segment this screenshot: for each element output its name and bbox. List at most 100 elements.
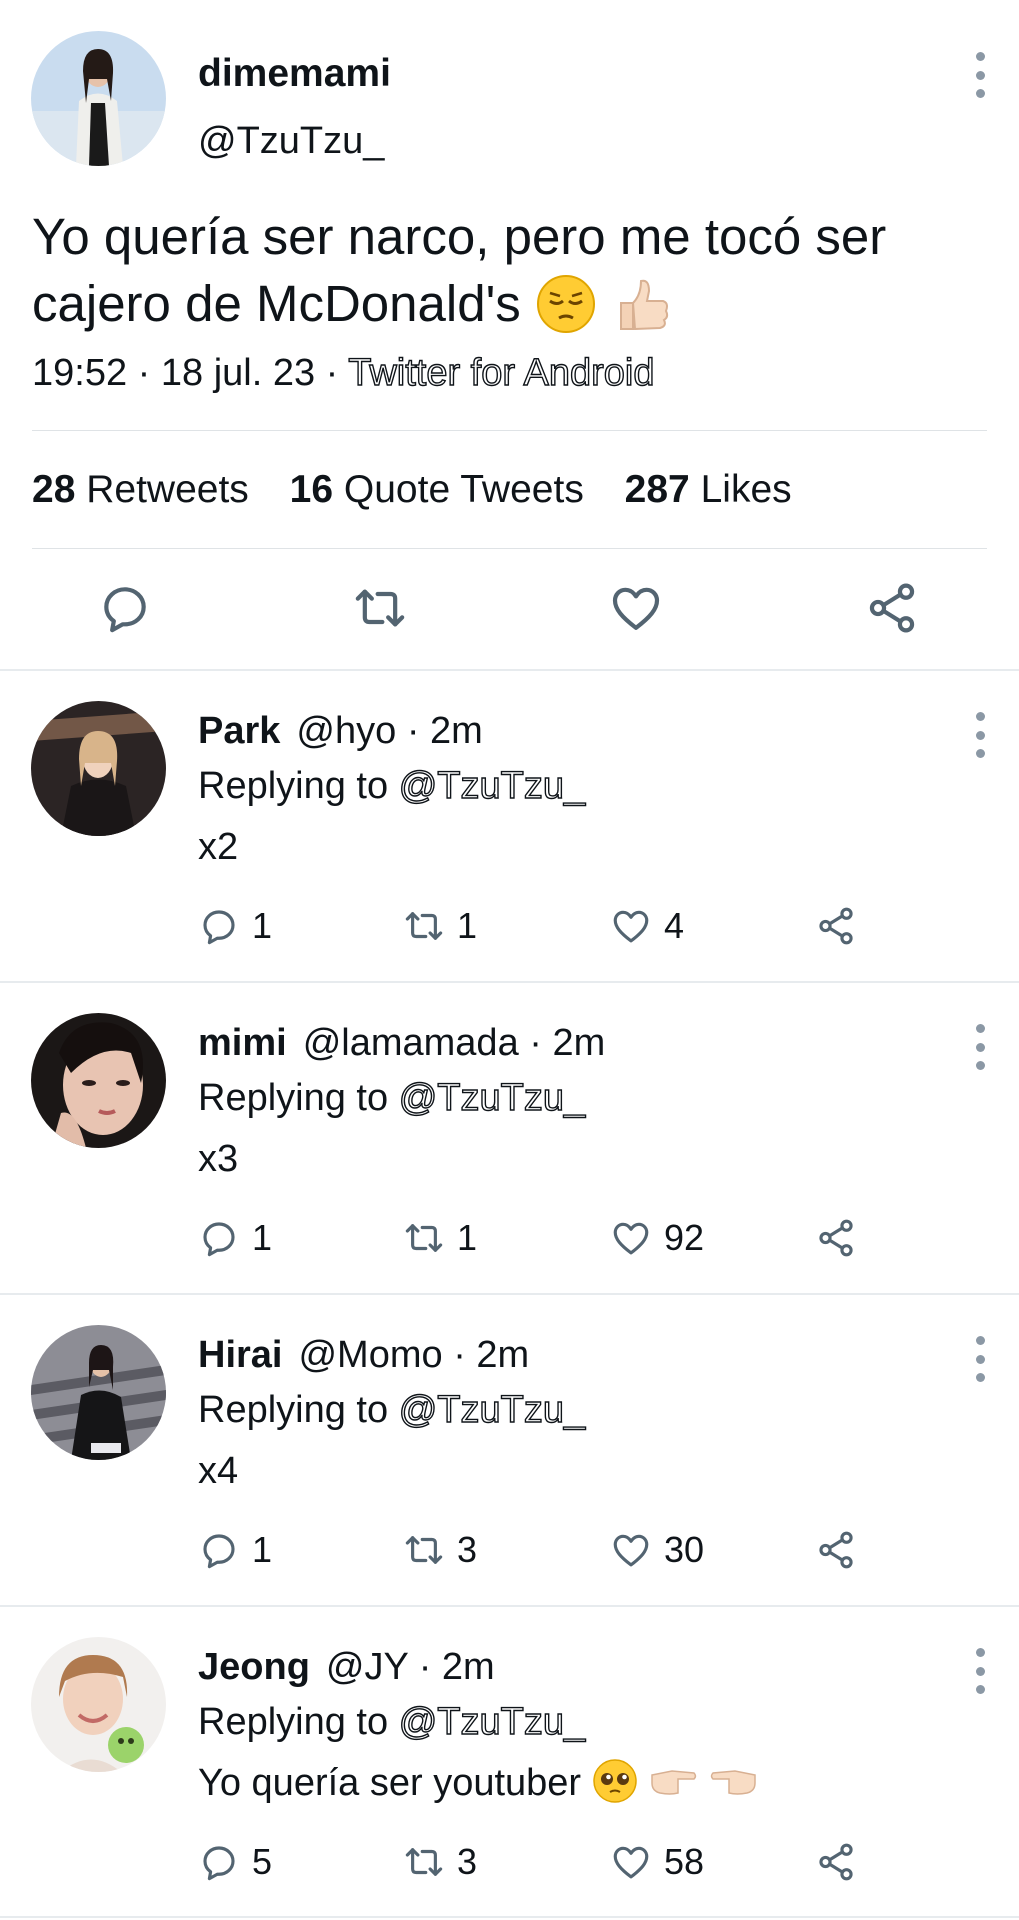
- share-icon[interactable]: [864, 580, 920, 636]
- replying-label: Replying to: [198, 1389, 389, 1431]
- retweets-stat[interactable]: 28 Retweets: [32, 468, 249, 511]
- heart-icon: [613, 910, 649, 943]
- replying-label: Replying to: [198, 1701, 389, 1743]
- quotes-count: 16: [289, 468, 334, 511]
- more-vertical-icon[interactable]: [965, 1646, 995, 1696]
- reply-bubble-icon: [203, 1534, 235, 1569]
- reply-handle[interactable]: @Momo: [298, 1334, 442, 1376]
- section-separator: [0, 981, 1019, 983]
- section-separator: [0, 1293, 1019, 1295]
- reply-avatar[interactable]: [31, 1013, 166, 1148]
- heart-icon: [613, 1846, 649, 1879]
- share-icon: [819, 907, 853, 945]
- like-action[interactable]: 30: [610, 1529, 704, 1571]
- divider: [32, 430, 987, 431]
- share-action[interactable]: [815, 1217, 857, 1259]
- like-count: 58: [664, 1841, 705, 1882]
- reply-handle[interactable]: @lamamada: [303, 1022, 519, 1064]
- like-count: 30: [664, 1529, 705, 1570]
- replying-to: Replying to @TzuTzu_: [198, 1076, 586, 1120]
- share-icon: [819, 1843, 853, 1881]
- share-action[interactable]: [815, 1841, 857, 1883]
- more-vertical-icon[interactable]: [965, 50, 995, 100]
- retweet-action[interactable]: 3: [403, 1841, 477, 1883]
- like-action[interactable]: 92: [610, 1217, 704, 1259]
- mention-link[interactable]: @TzuTzu_: [398, 1076, 586, 1119]
- section-separator: [0, 669, 1019, 671]
- more-vertical-icon[interactable]: [965, 1334, 995, 1384]
- tweet-text: Yo quería ser narco, pero me tocó ser ca…: [32, 203, 992, 339]
- author-avatar[interactable]: [31, 31, 166, 166]
- retweet-count: 3: [457, 1529, 478, 1570]
- retweet-count: 1: [457, 905, 478, 946]
- reply-display-name[interactable]: Park: [198, 710, 280, 752]
- reply-count: 5: [252, 1841, 273, 1882]
- reply-bubble-icon[interactable]: [97, 580, 153, 636]
- more-vertical-icon[interactable]: [965, 710, 995, 760]
- tweet-body: Yo quería ser narco, pero me tocó ser ca…: [32, 208, 887, 332]
- retweet-icon: [405, 1536, 443, 1564]
- retweet-icon: [405, 1224, 443, 1252]
- mention-link[interactable]: @TzuTzu_: [398, 1388, 586, 1431]
- tweet-source-link[interactable]: Twitter for Android: [348, 351, 656, 394]
- reply-handle[interactable]: @hyo: [296, 710, 396, 752]
- like-action[interactable]: 58: [610, 1841, 704, 1883]
- reply-header: Hirai @Momo · 2m: [198, 1334, 529, 1377]
- heart-icon[interactable]: [608, 580, 664, 636]
- share-icon: [819, 1219, 853, 1257]
- reply-avatar[interactable]: [31, 1325, 166, 1460]
- tweet-meta: 19:52 · 18 jul. 23 · Twitter for Android: [32, 351, 656, 395]
- reply-avatar[interactable]: [31, 701, 166, 836]
- mention-link[interactable]: @TzuTzu_: [398, 764, 586, 807]
- retweet-action[interactable]: 3: [403, 1529, 477, 1571]
- reply-display-name[interactable]: Jeong: [198, 1646, 310, 1688]
- replying-label: Replying to: [198, 765, 389, 807]
- reply-count: 1: [252, 1529, 273, 1570]
- author-display-name[interactable]: dimemami: [198, 52, 391, 96]
- retweets-count: 28: [32, 468, 76, 511]
- reply-header: Park @hyo · 2m: [198, 710, 483, 753]
- more-vertical-icon[interactable]: [965, 1022, 995, 1072]
- reply-action[interactable]: 1: [198, 1217, 272, 1259]
- mention-link[interactable]: @TzuTzu_: [398, 1700, 586, 1743]
- retweet-action[interactable]: 1: [403, 905, 477, 947]
- replying-to: Replying to @TzuTzu_: [198, 1388, 586, 1432]
- reply-count: 1: [252, 905, 273, 946]
- reply-age: · 2m: [418, 1646, 495, 1688]
- retweet-count: 1: [457, 1217, 478, 1258]
- retweet-action[interactable]: 1: [403, 1217, 477, 1259]
- reply-bubble-icon: [203, 910, 235, 945]
- reply-avatar[interactable]: [31, 1637, 166, 1772]
- share-action[interactable]: [815, 905, 857, 947]
- reply-body: Yo quería ser youtuber: [198, 1762, 582, 1805]
- author-handle[interactable]: @TzuTzu_: [198, 120, 384, 163]
- like-action[interactable]: 4: [610, 905, 684, 947]
- reply-action[interactable]: 1: [198, 905, 272, 947]
- reply-age: · 2m: [529, 1022, 606, 1064]
- retweet-count: 3: [457, 1841, 478, 1882]
- tweet-time: 19:52: [32, 352, 128, 394]
- likes-stat[interactable]: 287 Likes: [625, 468, 792, 511]
- retweets-label: Retweets: [86, 468, 249, 511]
- reply-action[interactable]: 5: [198, 1841, 272, 1883]
- reply-header: mimi @lamamada · 2m: [198, 1022, 605, 1065]
- reply-age: · 2m: [406, 710, 483, 752]
- reply-display-name[interactable]: mimi: [198, 1022, 287, 1064]
- quotes-stat[interactable]: 16 Quote Tweets: [290, 468, 584, 511]
- meta-separator: ·: [325, 352, 339, 394]
- reply-bubble-icon: [203, 1222, 235, 1257]
- section-separator: [0, 1916, 1019, 1918]
- retweet-icon: [405, 1848, 443, 1876]
- likes-label: Likes: [700, 468, 792, 511]
- heart-icon: [613, 1222, 649, 1255]
- reply-action[interactable]: 1: [198, 1529, 272, 1571]
- share-action[interactable]: [815, 1529, 857, 1571]
- reply-handle[interactable]: @JY: [326, 1646, 408, 1688]
- reply-text: Yo quería ser youtuber: [198, 1759, 759, 1808]
- retweet-icon[interactable]: [352, 580, 408, 636]
- heart-icon: [613, 1534, 649, 1567]
- reply-bubble-icon: [203, 1846, 235, 1881]
- like-count: 4: [664, 905, 685, 946]
- section-separator: [0, 1605, 1019, 1607]
- reply-display-name[interactable]: Hirai: [198, 1334, 282, 1376]
